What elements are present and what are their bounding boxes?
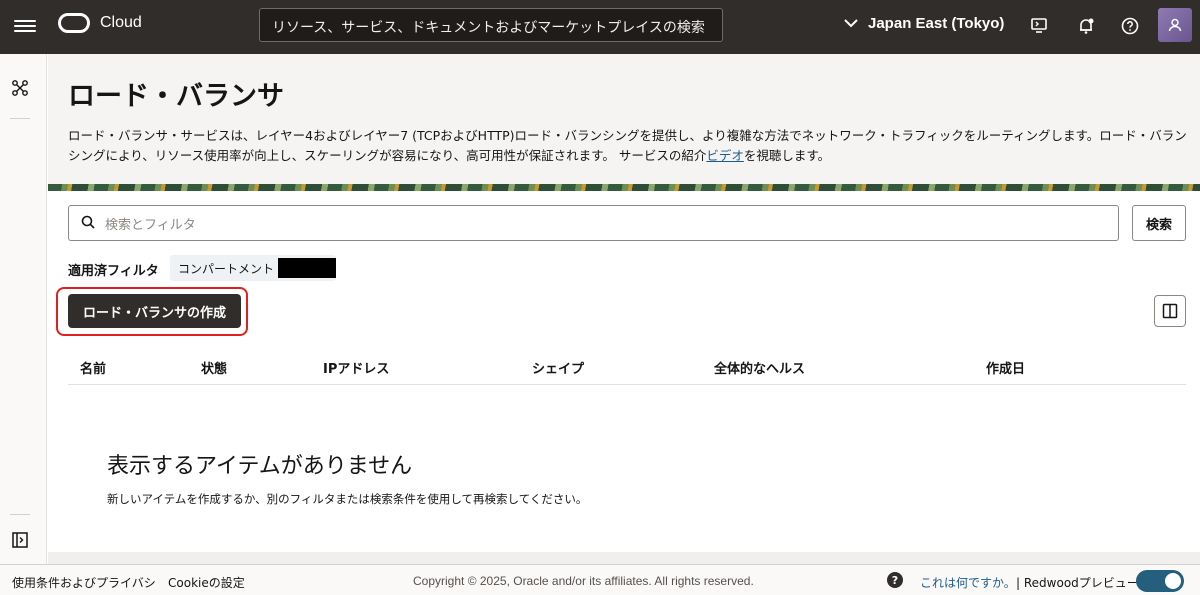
empty-state-description: 新しいアイテムを作成するか、別のフィルタまたは検索条件を使用して再検索してくださ… <box>107 492 588 506</box>
video-link[interactable]: ビデオ <box>706 148 744 163</box>
description-text: ロード・バランサ・サービスは、レイヤー4およびレイヤー7 (TCPおよびHTTP… <box>68 128 1187 163</box>
cookie-settings-link[interactable]: Cookieの設定 <box>168 574 245 591</box>
compartment-chip-label: コンパートメント <box>178 261 275 276</box>
hamburger-icon[interactable] <box>14 17 36 37</box>
columns-icon[interactable] <box>1154 295 1186 327</box>
user-icon[interactable] <box>1158 8 1192 42</box>
brand-label: Cloud <box>100 14 142 31</box>
panel-toggle-icon[interactable] <box>10 530 30 550</box>
top-bar: Cloud リソース、サービス、ドキュメントおよびマーケットプレイスの検索 Ja… <box>0 0 1200 54</box>
create-load-balancer-button[interactable]: ロード・バランサの作成 <box>68 294 241 328</box>
chevron-down-icon <box>844 16 858 31</box>
global-search-input[interactable]: リソース、サービス、ドキュメントおよびマーケットプレイスの検索 <box>259 8 723 42</box>
column-header-ip[interactable]: IPアドレス <box>323 358 389 377</box>
compartment-filter-chip[interactable]: コンパートメント <box>170 255 337 281</box>
help-icon[interactable] <box>1120 16 1140 36</box>
page-header: ロード・バランサ ロード・バランサ・サービスは、レイヤー4およびレイヤー7 (T… <box>48 54 1200 184</box>
column-header-shape[interactable]: シェイプ <box>532 358 584 377</box>
column-header-created[interactable]: 作成日 <box>986 358 1025 377</box>
page-description: ロード・バランサ・サービスは、レイヤー4およびレイヤー7 (TCPおよびHTTP… <box>68 126 1188 166</box>
region-label: Japan East (Tokyo) <box>868 15 1005 32</box>
oracle-cloud-logo[interactable]: Cloud <box>58 13 142 33</box>
search-filter-placeholder: 検索とフィルタ <box>105 217 196 233</box>
page-title: ロード・バランサ <box>68 81 284 112</box>
footer: 使用条件およびプライバシ Cookieの設定 Copyright © 2025,… <box>0 564 1200 595</box>
network-nodes-icon[interactable] <box>10 78 30 98</box>
bell-icon[interactable] <box>1076 16 1096 36</box>
redwood-preview-toggle[interactable] <box>1136 570 1184 592</box>
left-rail <box>0 54 47 564</box>
search-icon <box>81 214 95 233</box>
question-icon: ? <box>887 572 903 588</box>
column-header-health[interactable]: 全体的なヘルス <box>714 358 805 377</box>
rail-divider <box>10 118 30 119</box>
search-button[interactable]: 検索 <box>1132 205 1186 241</box>
applied-filters-label: 適用済フィルタ <box>68 264 159 279</box>
column-header-name[interactable]: 名前 <box>80 358 106 377</box>
empty-state-title: 表示するアイテムがありません <box>107 454 413 479</box>
search-filter-input[interactable]: 検索とフィルタ <box>68 205 1119 241</box>
oracle-logo-icon <box>58 13 90 33</box>
copyright-text: Copyright © 2025, Oracle and/or its affi… <box>413 574 754 588</box>
redwood-preview-label: | Redwoodプレビュー <box>1016 576 1139 590</box>
cloud-shell-icon[interactable] <box>1029 16 1049 36</box>
description-tail: を視聴します。 <box>743 148 831 163</box>
toggle-knob <box>1165 573 1181 589</box>
column-header-state[interactable]: 状態 <box>201 358 227 377</box>
table-header: 名前 状態 IPアドレス シェイプ 全体的なヘルス 作成日 <box>68 348 1186 385</box>
decorative-banner <box>48 184 1200 191</box>
content-bottom-band <box>48 552 1200 564</box>
whats-this-link[interactable]: これは何ですか。 <box>920 574 1016 591</box>
region-selector[interactable]: Japan East (Tokyo) <box>844 15 1004 32</box>
rail-divider <box>10 514 30 515</box>
redacted-compartment-name <box>278 258 337 278</box>
terms-privacy-link[interactable]: 使用条件およびプライバシ <box>12 574 156 591</box>
